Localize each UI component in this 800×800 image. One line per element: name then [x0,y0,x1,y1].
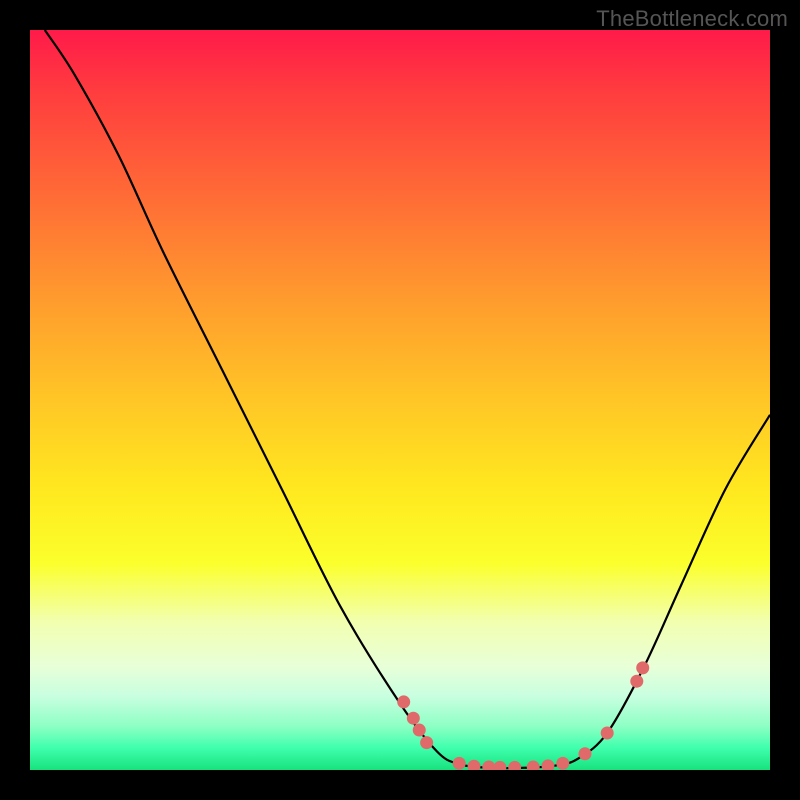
marker-dot [527,761,540,770]
marker-dot [453,757,466,770]
marker-dot [397,695,410,708]
marker-dot [407,712,420,725]
marker-dot [468,760,481,770]
bottleneck-curve-path [45,30,770,768]
marker-dot [493,761,506,770]
marker-dots-group [397,661,649,770]
marker-dot [556,757,569,770]
marker-dot [636,661,649,674]
marker-dot [413,724,426,737]
marker-dot [420,736,433,749]
watermark-text: TheBottleneck.com [596,6,788,32]
marker-dot [508,761,521,770]
marker-dot [482,761,495,770]
marker-dot [542,759,555,770]
marker-dot [601,727,614,740]
chart-plot-area [30,30,770,770]
marker-dot [630,675,643,688]
bottleneck-chart-svg [30,30,770,770]
marker-dot [579,747,592,760]
